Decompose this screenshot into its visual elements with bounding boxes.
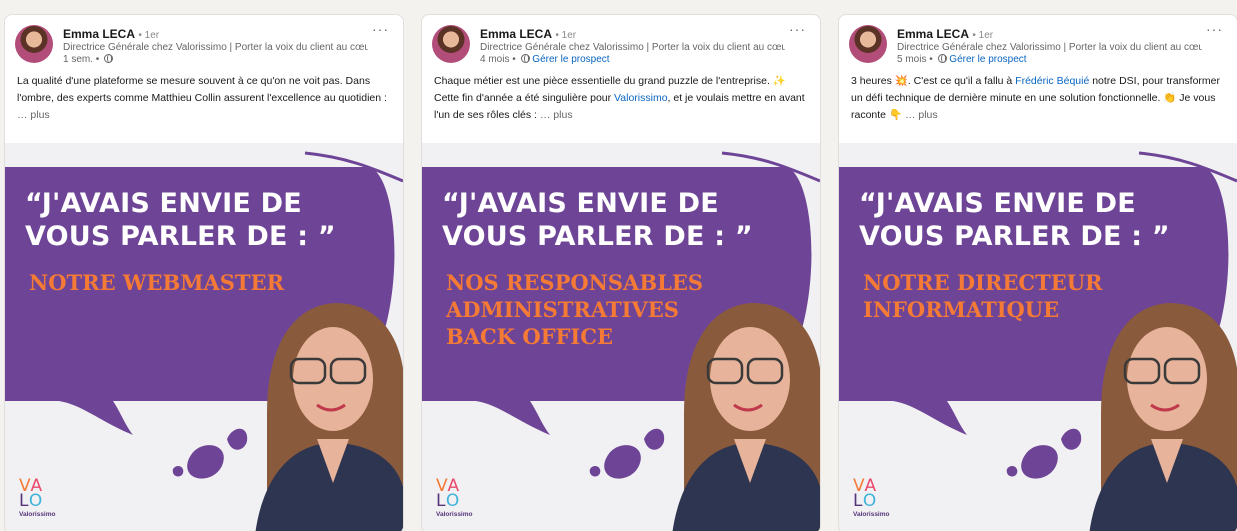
- valorissimo-logo: VA LO Valorissimo: [853, 476, 890, 519]
- mention-link[interactable]: Valorissimo: [614, 92, 667, 104]
- quote-headline: “J'AVAIS ENVIE DE VOUS PARLER DE : ”: [25, 188, 336, 252]
- connection-degree: • 1er: [138, 30, 160, 41]
- post-meta: 5 mois • Gérer le prospect: [897, 54, 1027, 66]
- quote-subject: NOS RESPONSABLES ADMINISTRATIVES BACK OF…: [446, 270, 704, 349]
- post-body-a: 3 heures 💥. C'est ce qu'il a fallu à: [851, 75, 1016, 87]
- author-name[interactable]: Emma LECA: [480, 27, 552, 41]
- author-avatar[interactable]: [849, 25, 887, 63]
- globe-icon: [104, 54, 114, 63]
- feed-post-1: Emma LECA • 1er Directrice Générale chez…: [4, 14, 404, 531]
- quote-subject: NOTRE DIRECTEUR INFORMATIQUE: [863, 270, 1103, 322]
- post-meta: 1 sem. •: [63, 54, 114, 66]
- author-name-line: Emma LECA • 1er: [897, 27, 993, 43]
- manage-prospect-link[interactable]: Gérer le prospect: [532, 54, 609, 65]
- post-text: Chaque métier est une pièce essentielle …: [434, 73, 806, 124]
- post-header: Emma LECA • 1er Directrice Générale chez…: [5, 15, 403, 71]
- post-time: 1 sem. •: [63, 54, 100, 65]
- more-options-icon[interactable]: ···: [372, 22, 389, 36]
- quote-headline: “J'AVAIS ENVIE DE VOUS PARLER DE : ”: [859, 188, 1170, 252]
- author-name-line: Emma LECA • 1er: [480, 27, 576, 43]
- feed-post-2: Emma LECA • 1er Directrice Générale chez…: [421, 14, 821, 531]
- connection-degree: • 1er: [972, 30, 994, 41]
- see-more-link[interactable]: … plus: [905, 109, 938, 121]
- author-headline: Directrice Générale chez Valorissimo | P…: [480, 42, 785, 53]
- valorissimo-logo: VA LO Valorissimo: [19, 476, 56, 519]
- author-headline: Directrice Générale chez Valorissimo | P…: [63, 42, 368, 53]
- author-name[interactable]: Emma LECA: [63, 27, 135, 41]
- quote-subject: NOTRE WEBMASTER: [29, 270, 285, 295]
- author-headline: Directrice Générale chez Valorissimo | P…: [897, 42, 1202, 53]
- author-name[interactable]: Emma LECA: [897, 27, 969, 41]
- post-time: 4 mois •: [480, 54, 516, 65]
- see-more-link[interactable]: … plus: [540, 109, 573, 121]
- valorissimo-logo: VA LO Valorissimo: [436, 476, 473, 519]
- post-header: Emma LECA • 1er Directrice Générale chez…: [422, 15, 820, 71]
- author-avatar[interactable]: [15, 25, 53, 63]
- post-text: La qualité d'une plateforme se mesure so…: [17, 73, 389, 124]
- globe-icon: [937, 54, 947, 63]
- author-avatar[interactable]: [432, 25, 470, 63]
- post-image[interactable]: “J'AVAIS ENVIE DE VOUS PARLER DE : ” NOT…: [839, 143, 1237, 531]
- mention-link[interactable]: Frédéric Béquié: [1015, 75, 1089, 87]
- feed-post-3: Emma LECA • 1er Directrice Générale chez…: [838, 14, 1237, 531]
- see-more-link[interactable]: … plus: [17, 109, 50, 121]
- globe-icon: [520, 54, 530, 63]
- post-time: 5 mois •: [897, 54, 933, 65]
- post-text: 3 heures 💥. C'est ce qu'il a fallu à Fré…: [851, 73, 1223, 124]
- post-image[interactable]: “J'AVAIS ENVIE DE VOUS PARLER DE : ” NOS…: [422, 143, 820, 531]
- post-meta: 4 mois • Gérer le prospect: [480, 54, 610, 66]
- author-name-line: Emma LECA • 1er: [63, 27, 159, 43]
- manage-prospect-link[interactable]: Gérer le prospect: [949, 54, 1026, 65]
- more-options-icon[interactable]: ···: [1206, 22, 1223, 36]
- connection-degree: • 1er: [555, 30, 577, 41]
- post-body: La qualité d'une plateforme se mesure so…: [17, 75, 387, 104]
- post-header: Emma LECA • 1er Directrice Générale chez…: [839, 15, 1237, 71]
- quote-headline: “J'AVAIS ENVIE DE VOUS PARLER DE : ”: [442, 188, 753, 252]
- post-image[interactable]: “J'AVAIS ENVIE DE VOUS PARLER DE : ” NOT…: [5, 143, 403, 531]
- more-options-icon[interactable]: ···: [789, 22, 806, 36]
